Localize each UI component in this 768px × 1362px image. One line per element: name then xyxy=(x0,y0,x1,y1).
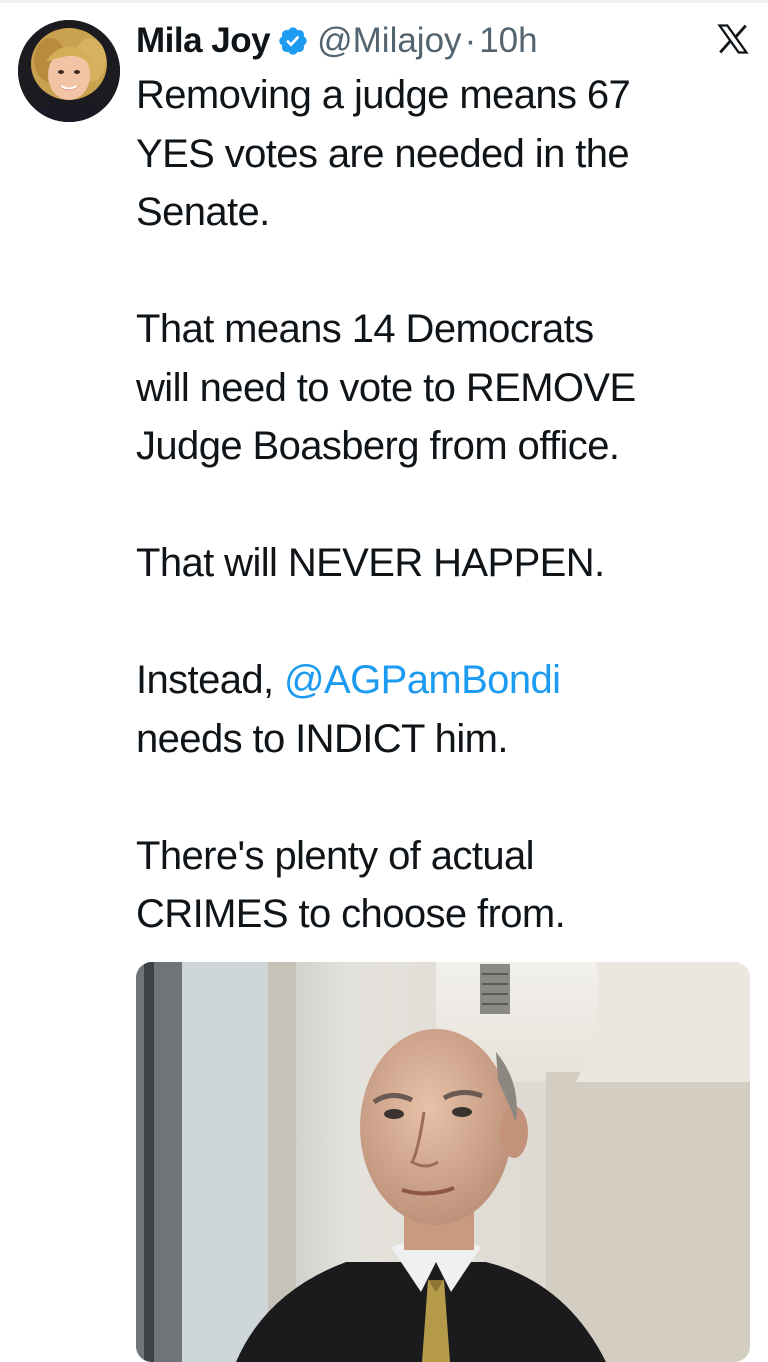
timestamp[interactable]: 10h xyxy=(479,21,537,61)
text-line: Senate. xyxy=(136,190,270,234)
text-line: Removing a judge means 67 xyxy=(136,73,631,117)
x-logo-icon xyxy=(717,24,749,54)
verified-badge-icon xyxy=(279,27,307,55)
judge-photo xyxy=(136,962,750,1362)
text-line: Judge Boasberg from office. xyxy=(136,424,620,468)
avatar[interactable] xyxy=(18,20,120,122)
separator-dot: · xyxy=(464,21,477,60)
display-name[interactable]: Mila Joy xyxy=(136,21,271,61)
avatar-photo xyxy=(18,20,120,122)
text-line: That will NEVER HAPPEN. xyxy=(136,541,605,585)
text-segment: Instead, xyxy=(136,658,285,702)
text-line: needs to INDICT him. xyxy=(136,716,508,761)
text-line: Instead, @AGPamBondi xyxy=(136,651,756,710)
tweet-header: Mila Joy @Milajoy · 10h xyxy=(136,16,756,66)
text-line: CRIMES to choose from. xyxy=(136,892,566,936)
top-divider xyxy=(0,0,768,3)
text-line: That means 14 Democrats xyxy=(136,307,594,351)
text-line: There's plenty of actual xyxy=(136,833,535,878)
tweet-media-image[interactable] xyxy=(136,962,750,1362)
author-handle[interactable]: @Milajoy xyxy=(317,21,461,61)
tweet-text: Removing a judge means 67 YES votes are … xyxy=(136,66,756,944)
mention-link[interactable]: @AGPamBondi xyxy=(284,658,561,702)
text-line: YES votes are needed in the xyxy=(136,131,630,176)
text-line: will need to vote to REMOVE xyxy=(136,365,636,410)
